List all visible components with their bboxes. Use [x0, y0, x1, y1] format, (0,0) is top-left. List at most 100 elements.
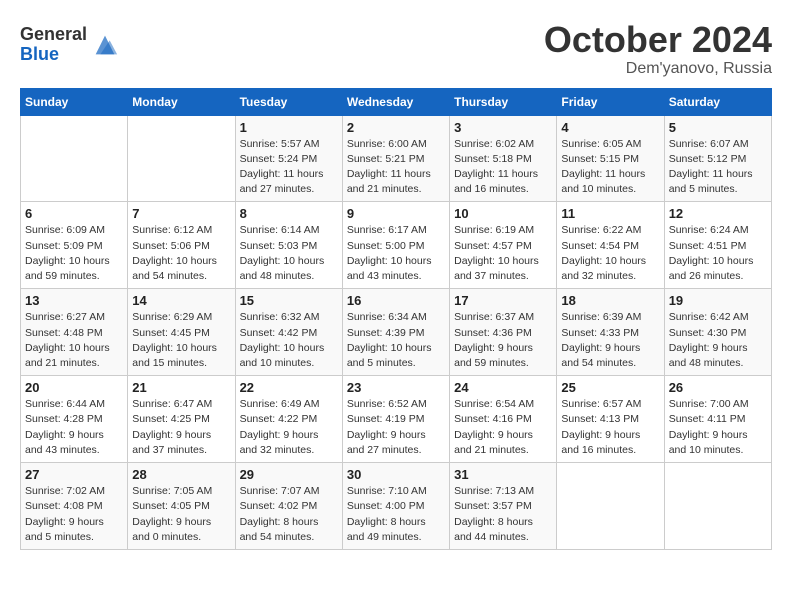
calendar-cell: 18 Sunrise: 6:39 AM Sunset: 4:33 PM Dayli…	[557, 289, 664, 376]
day-number: 26	[669, 380, 767, 395]
day-detail: Sunrise: 6:54 AM Sunset: 4:16 PM Dayligh…	[454, 397, 552, 458]
day-number: 9	[347, 206, 445, 221]
calendar-week-row: 13Sunrise: 6:27 AM Sunset: 4:48 PM Dayli…	[21, 289, 772, 376]
calendar-cell	[128, 115, 235, 202]
calendar-cell: 12 Sunrise: 6:24 AM Sunset: 4:51 PM Dayli…	[664, 202, 771, 289]
day-detail: Sunrise: 6:12 AM Sunset: 5:06 PM Dayligh…	[132, 223, 230, 284]
day-number: 16	[347, 293, 445, 308]
day-detail: Sunrise: 6:24 AM Sunset: 4:51 PM Dayligh…	[669, 223, 767, 284]
calendar-cell: 9 Sunrise: 6:17 AM Sunset: 5:00 PM Daylig…	[342, 202, 449, 289]
day-number: 22	[240, 380, 338, 395]
calendar-cell: 31 Sunrise: 7:13 AM Sunset: 3:57 PM Dayli…	[450, 463, 557, 550]
day-number: 21	[132, 380, 230, 395]
day-number: 1	[240, 120, 338, 135]
calendar-cell: 21 Sunrise: 6:47 AM Sunset: 4:25 PM Dayli…	[128, 376, 235, 463]
day-number: 11	[561, 206, 659, 221]
calendar-cell: 27 Sunrise: 7:02 AM Sunset: 4:08 PM Dayli…	[21, 463, 128, 550]
calendar-week-row: 6 Sunrise: 6:09 AM Sunset: 5:09 PM Daylig…	[21, 202, 772, 289]
day-detail: Sunrise: 7:13 AM Sunset: 3:57 PM Dayligh…	[454, 484, 552, 545]
day-detail: Sunrise: 6:27 AM Sunset: 4:48 PM Dayligh…	[25, 310, 123, 371]
day-number: 30	[347, 467, 445, 482]
calendar-cell: 3Sunrise: 6:02 AM Sunset: 5:18 PM Daylig…	[450, 115, 557, 202]
calendar-week-row: 20Sunrise: 6:44 AM Sunset: 4:28 PM Dayli…	[21, 376, 772, 463]
calendar-cell: 15 Sunrise: 6:32 AM Sunset: 4:42 PM Dayli…	[235, 289, 342, 376]
day-detail: Sunrise: 6:52 AM Sunset: 4:19 PM Dayligh…	[347, 397, 445, 458]
day-number: 31	[454, 467, 552, 482]
day-number: 6	[25, 206, 123, 221]
calendar-cell: 11Sunrise: 6:22 AM Sunset: 4:54 PM Dayli…	[557, 202, 664, 289]
day-of-week-header: Tuesday	[235, 88, 342, 115]
day-detail: Sunrise: 7:10 AM Sunset: 4:00 PM Dayligh…	[347, 484, 445, 545]
day-detail: Sunrise: 6:32 AM Sunset: 4:42 PM Dayligh…	[240, 310, 338, 371]
calendar-header-row: SundayMondayTuesdayWednesdayThursdayFrid…	[21, 88, 772, 115]
calendar-cell: 25Sunrise: 6:57 AM Sunset: 4:13 PM Dayli…	[557, 376, 664, 463]
day-detail: Sunrise: 6:49 AM Sunset: 4:22 PM Dayligh…	[240, 397, 338, 458]
day-detail: Sunrise: 7:02 AM Sunset: 4:08 PM Dayligh…	[25, 484, 123, 545]
day-number: 18	[561, 293, 659, 308]
month-title: October 2024	[544, 20, 772, 60]
day-number: 12	[669, 206, 767, 221]
calendar-week-row: 1 Sunrise: 5:57 AM Sunset: 5:24 PM Daylig…	[21, 115, 772, 202]
day-of-week-header: Sunday	[21, 88, 128, 115]
calendar-cell: 1 Sunrise: 5:57 AM Sunset: 5:24 PM Daylig…	[235, 115, 342, 202]
day-detail: Sunrise: 5:57 AM Sunset: 5:24 PM Dayligh…	[240, 137, 338, 198]
day-detail: Sunrise: 6:29 AM Sunset: 4:45 PM Dayligh…	[132, 310, 230, 371]
calendar-cell: 29 Sunrise: 7:07 AM Sunset: 4:02 PM Dayli…	[235, 463, 342, 550]
calendar-cell: 26 Sunrise: 7:00 AM Sunset: 4:11 PM Dayli…	[664, 376, 771, 463]
day-of-week-header: Monday	[128, 88, 235, 115]
calendar-cell	[664, 463, 771, 550]
day-detail: Sunrise: 6:02 AM Sunset: 5:18 PM Dayligh…	[454, 137, 552, 198]
day-detail: Sunrise: 6:57 AM Sunset: 4:13 PM Dayligh…	[561, 397, 659, 458]
calendar-cell: 28 Sunrise: 7:05 AM Sunset: 4:05 PM Dayli…	[128, 463, 235, 550]
calendar-cell: 19 Sunrise: 6:42 AM Sunset: 4:30 PM Dayli…	[664, 289, 771, 376]
calendar-cell: 23 Sunrise: 6:52 AM Sunset: 4:19 PM Dayli…	[342, 376, 449, 463]
day-number: 28	[132, 467, 230, 482]
calendar-cell: 14Sunrise: 6:29 AM Sunset: 4:45 PM Dayli…	[128, 289, 235, 376]
location: Dem'yanovo, Russia	[544, 60, 772, 78]
day-number: 27	[25, 467, 123, 482]
day-detail: Sunrise: 7:07 AM Sunset: 4:02 PM Dayligh…	[240, 484, 338, 545]
calendar-week-row: 27 Sunrise: 7:02 AM Sunset: 4:08 PM Dayli…	[21, 463, 772, 550]
day-detail: Sunrise: 7:05 AM Sunset: 4:05 PM Dayligh…	[132, 484, 230, 545]
day-of-week-header: Friday	[557, 88, 664, 115]
logo-text: General Blue	[20, 25, 87, 65]
calendar-cell: 20Sunrise: 6:44 AM Sunset: 4:28 PM Dayli…	[21, 376, 128, 463]
day-number: 29	[240, 467, 338, 482]
calendar-cell: 13Sunrise: 6:27 AM Sunset: 4:48 PM Dayli…	[21, 289, 128, 376]
day-number: 2	[347, 120, 445, 135]
calendar-cell: 10 Sunrise: 6:19 AM Sunset: 4:57 PM Dayli…	[450, 202, 557, 289]
calendar-cell: 2 Sunrise: 6:00 AM Sunset: 5:21 PM Daylig…	[342, 115, 449, 202]
day-detail: Sunrise: 6:00 AM Sunset: 5:21 PM Dayligh…	[347, 137, 445, 198]
logo: General Blue	[20, 25, 119, 65]
day-detail: Sunrise: 6:42 AM Sunset: 4:30 PM Dayligh…	[669, 310, 767, 371]
day-detail: Sunrise: 6:44 AM Sunset: 4:28 PM Dayligh…	[25, 397, 123, 458]
day-detail: Sunrise: 6:47 AM Sunset: 4:25 PM Dayligh…	[132, 397, 230, 458]
calendar-cell: 24 Sunrise: 6:54 AM Sunset: 4:16 PM Dayli…	[450, 376, 557, 463]
calendar-cell: 6 Sunrise: 6:09 AM Sunset: 5:09 PM Daylig…	[21, 202, 128, 289]
day-detail: Sunrise: 6:07 AM Sunset: 5:12 PM Dayligh…	[669, 137, 767, 198]
calendar-cell: 8Sunrise: 6:14 AM Sunset: 5:03 PM Daylig…	[235, 202, 342, 289]
day-detail: Sunrise: 6:39 AM Sunset: 4:33 PM Dayligh…	[561, 310, 659, 371]
day-detail: Sunrise: 7:00 AM Sunset: 4:11 PM Dayligh…	[669, 397, 767, 458]
day-detail: Sunrise: 6:17 AM Sunset: 5:00 PM Dayligh…	[347, 223, 445, 284]
calendar-cell: 7 Sunrise: 6:12 AM Sunset: 5:06 PM Daylig…	[128, 202, 235, 289]
calendar-cell: 16Sunrise: 6:34 AM Sunset: 4:39 PM Dayli…	[342, 289, 449, 376]
calendar-cell	[21, 115, 128, 202]
calendar-table: SundayMondayTuesdayWednesdayThursdayFrid…	[20, 88, 772, 550]
page-header: General Blue October 2024 Dem'yanovo, Ru…	[20, 20, 772, 78]
day-number: 23	[347, 380, 445, 395]
calendar-cell: 30 Sunrise: 7:10 AM Sunset: 4:00 PM Dayli…	[342, 463, 449, 550]
day-detail: Sunrise: 6:19 AM Sunset: 4:57 PM Dayligh…	[454, 223, 552, 284]
day-number: 15	[240, 293, 338, 308]
day-number: 19	[669, 293, 767, 308]
day-number: 24	[454, 380, 552, 395]
day-number: 10	[454, 206, 552, 221]
day-number: 17	[454, 293, 552, 308]
calendar-cell: 4Sunrise: 6:05 AM Sunset: 5:15 PM Daylig…	[557, 115, 664, 202]
day-detail: Sunrise: 6:09 AM Sunset: 5:09 PM Dayligh…	[25, 223, 123, 284]
day-detail: Sunrise: 6:37 AM Sunset: 4:36 PM Dayligh…	[454, 310, 552, 371]
day-number: 4	[561, 120, 659, 135]
day-of-week-header: Thursday	[450, 88, 557, 115]
calendar-cell: 22 Sunrise: 6:49 AM Sunset: 4:22 PM Dayli…	[235, 376, 342, 463]
day-number: 7	[132, 206, 230, 221]
